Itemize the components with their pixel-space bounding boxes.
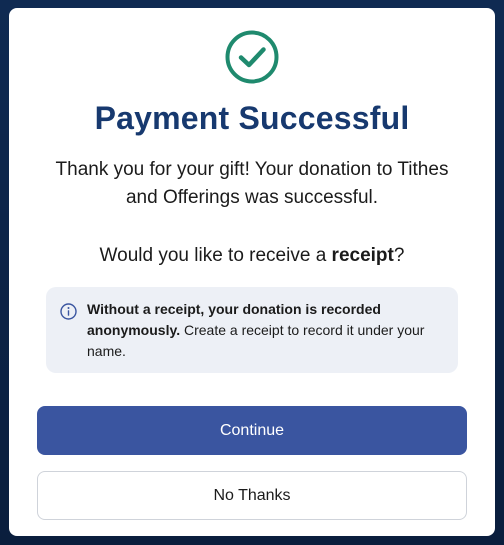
payment-success-modal: Payment Successful Thank you for your gi… [9, 8, 495, 536]
no-thanks-button[interactable]: No Thanks [37, 471, 467, 520]
receipt-question-prefix: Would you like to receive a [99, 245, 332, 266]
info-text: Without a receipt, your donation is reco… [87, 299, 440, 362]
anonymous-info-box: Without a receipt, your donation is reco… [46, 287, 458, 373]
info-icon [60, 303, 77, 320]
modal-title: Payment Successful [94, 100, 410, 136]
receipt-question-emphasis: receipt [331, 245, 394, 266]
success-message: Thank you for your gift! Your donation t… [55, 159, 449, 208]
check-circle-icon [225, 30, 279, 84]
continue-button[interactable]: Continue [37, 406, 467, 455]
receipt-question: Would you like to receive a receipt? [9, 242, 495, 270]
receipt-question-suffix: ? [393, 245, 405, 266]
